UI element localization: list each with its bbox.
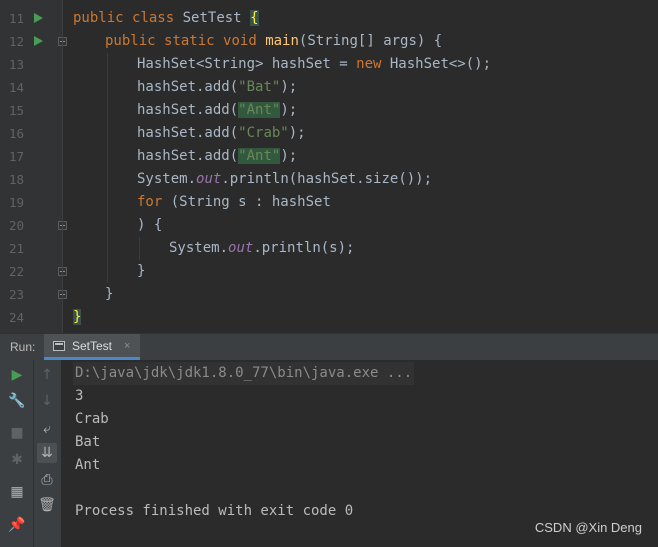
code-text: hashSet.add( [137, 79, 239, 95]
code-text: HashSet<>(); [381, 56, 492, 72]
code-line-12: public static void main(String[] args) { [105, 30, 442, 53]
code-line-14: hashSet.add("Bat"); [137, 76, 297, 99]
rerun-icon[interactable]: ▶ [7, 365, 27, 385]
code-text: .println(hashSet.size()); [221, 171, 433, 187]
code-line-15: hashSet.add("Ant"); [137, 99, 297, 122]
string-literal-duplicate: "Ant" [238, 102, 281, 118]
gutter-divider [62, 0, 63, 333]
keyword: for [137, 194, 163, 210]
method-name: main [265, 33, 299, 49]
keyword: new [356, 56, 382, 72]
line-number: 11 [8, 11, 24, 26]
string-literal: "Bat" [238, 79, 281, 95]
brace-highlight: { [250, 10, 259, 26]
line-number: 24 [8, 310, 24, 325]
code-text: ); [280, 79, 298, 95]
code-line-11: public class SetTest { [73, 7, 259, 30]
code-line-19: for (String s : hashSet [137, 191, 331, 214]
line-number: 19 [8, 195, 24, 210]
run-toolbar-secondary: ↑ ↓ ⤶ ⇊ ⎙ 🗑 [34, 360, 62, 547]
pin-icon[interactable]: 📌 [7, 515, 27, 535]
run-toolbar-primary: ▶ 🔧 ■ ✱ ▦ 📌 [0, 360, 34, 547]
line-number: 12 [8, 34, 24, 49]
code-text: .println(s); [253, 240, 355, 256]
code-text: } [137, 263, 146, 279]
code-line-13: HashSet<String> hashSet = new HashSet<>(… [137, 53, 491, 76]
run-tab-label: SetTest [72, 339, 113, 353]
line-number: 21 [8, 241, 24, 256]
code-line-20: ) { [137, 214, 162, 237]
code-text: (String s : hashSet [162, 194, 331, 210]
wrench-icon[interactable]: 🔧 [7, 391, 27, 411]
run-tab-settest[interactable]: SetTest × [44, 334, 140, 360]
line-number: 16 [8, 126, 24, 141]
code-editor[interactable]: 11 12 13 14 15 16 17 18 19 20 21 22 23 2… [0, 0, 658, 333]
code-line-16: hashSet.add("Crab"); [137, 122, 306, 145]
code-text: ) { [137, 217, 163, 233]
line-number: 18 [8, 172, 24, 187]
run-panel-label: Run: [10, 340, 36, 354]
code-text: (String[] args) { [298, 33, 443, 49]
watermark: CSDN @Xin Deng [534, 520, 642, 535]
keyword: void [223, 33, 257, 49]
code-line-22: } [137, 260, 145, 283]
trash-icon[interactable]: 🗑 [37, 495, 57, 515]
code-text: ); [280, 102, 298, 118]
brace-highlight: } [73, 309, 82, 325]
run-class-gutter-icon[interactable] [34, 13, 43, 23]
string-literal-duplicate: "Ant" [238, 148, 281, 164]
code-line-23: } [105, 283, 113, 306]
console-output-line: Bat [75, 434, 101, 450]
console-command-line: D:\java\jdk\jdk1.8.0_77\bin\java.exe ... [73, 362, 415, 385]
code-text: HashSet<String> hashSet = [137, 56, 357, 72]
code-line-17: hashSet.add("Ant"); [137, 145, 297, 168]
line-number: 23 [8, 287, 24, 302]
soft-wrap-icon[interactable]: ⤶ [37, 419, 57, 439]
keyword: class [132, 10, 175, 26]
code-text: hashSet.add( [137, 102, 239, 118]
code-text: System. [169, 240, 229, 256]
run-main-gutter-icon[interactable] [34, 36, 43, 46]
keyword: public [105, 33, 156, 49]
scroll-to-end-icon[interactable]: ⇊ [37, 443, 57, 463]
line-number: 14 [8, 80, 24, 95]
up-arrow-icon[interactable]: ↑ [37, 365, 57, 385]
debug-icon[interactable]: ✱ [7, 450, 27, 470]
console-exit-message: Process finished with exit code 0 [75, 503, 354, 519]
layout-icon[interactable]: ▦ [7, 482, 27, 502]
close-icon[interactable]: × [124, 334, 130, 358]
editor-gutter: 11 12 13 14 15 16 17 18 19 20 21 22 23 2… [0, 0, 67, 333]
static-field: out [228, 240, 254, 256]
code-text: System. [137, 171, 197, 187]
stop-icon[interactable]: ■ [7, 423, 27, 443]
line-number: 22 [8, 264, 24, 279]
down-arrow-icon[interactable]: ↓ [37, 391, 57, 411]
console-output[interactable]: D:\java\jdk\jdk1.8.0_77\bin\java.exe ...… [62, 360, 658, 547]
code-text: } [105, 286, 114, 302]
keyword: static [164, 33, 215, 49]
code-text: ); [288, 125, 306, 141]
console-output-line: Crab [75, 411, 109, 427]
code-text: ); [280, 148, 298, 164]
class-name: SetTest [182, 10, 242, 26]
line-number: 20 [8, 218, 24, 233]
line-number: 15 [8, 103, 24, 118]
line-number: 13 [8, 57, 24, 72]
indent-guide [139, 237, 140, 260]
indent-guide [107, 53, 108, 283]
code-line-18: System.out.println(hashSet.size()); [137, 168, 432, 191]
console-output-line: Ant [75, 457, 101, 473]
run-panel-header: Run: SetTest × [0, 333, 658, 360]
code-line-21: System.out.println(s); [169, 237, 354, 260]
code-text: hashSet.add( [137, 125, 239, 141]
code-line-24: } [73, 306, 82, 329]
console-output-line: 3 [75, 388, 84, 404]
line-number: 17 [8, 149, 24, 164]
code-text: hashSet.add( [137, 148, 239, 164]
console-window-icon [53, 341, 65, 351]
print-icon[interactable]: ⎙ [37, 470, 57, 490]
static-field: out [196, 171, 222, 187]
keyword: public [73, 10, 124, 26]
string-literal: "Crab" [238, 125, 289, 141]
